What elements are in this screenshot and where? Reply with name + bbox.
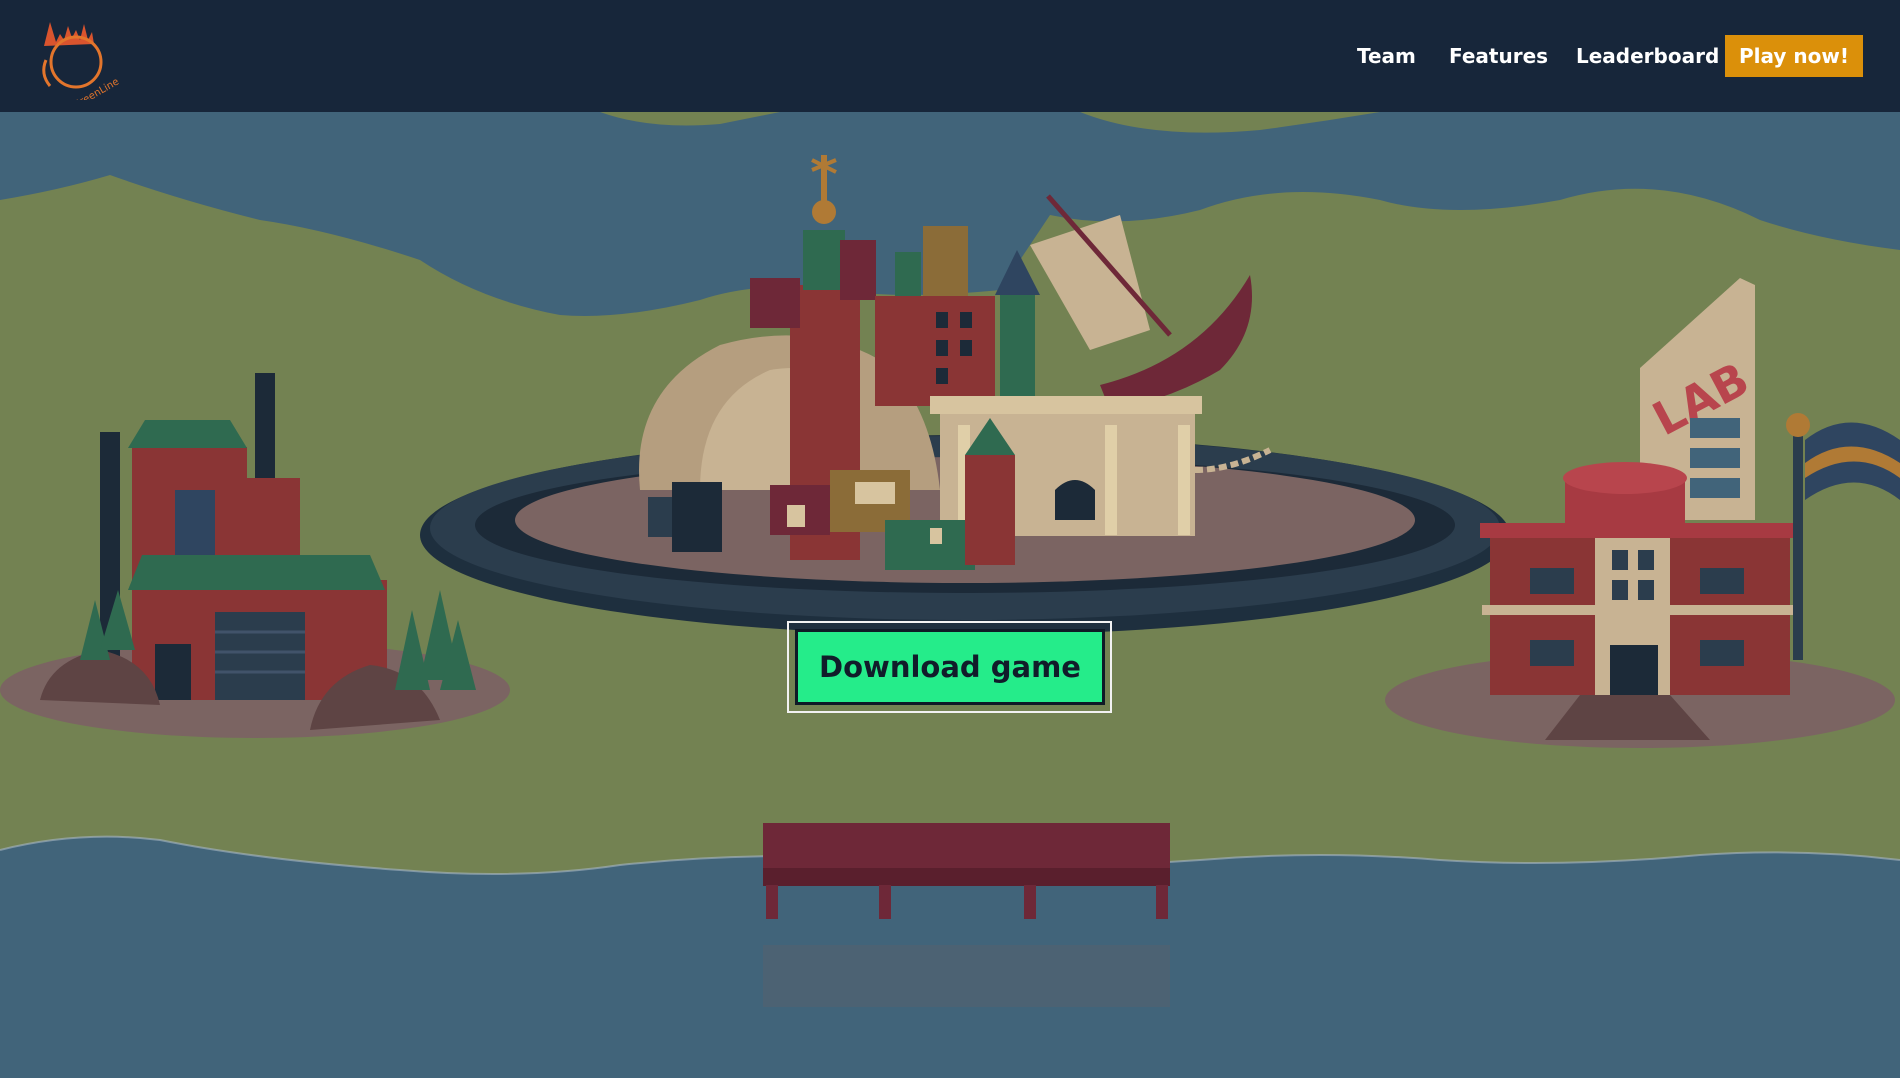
nav-team-link[interactable]: Team	[1357, 43, 1416, 69]
city-skyline-icon	[44, 22, 94, 46]
nav-leaderboard-link[interactable]: Leaderboard	[1576, 43, 1719, 69]
top-navbar: GreenLine Team Features Leaderboard Play…	[0, 0, 1900, 112]
play-now-button[interactable]: Play now!	[1725, 35, 1863, 77]
nav-features-link[interactable]: Features	[1449, 43, 1548, 69]
greenline-logo[interactable]: GreenLine	[36, 16, 122, 100]
city-scene-illustration: LAB	[0, 112, 1900, 1078]
download-game-button[interactable]: Download game	[795, 629, 1105, 705]
